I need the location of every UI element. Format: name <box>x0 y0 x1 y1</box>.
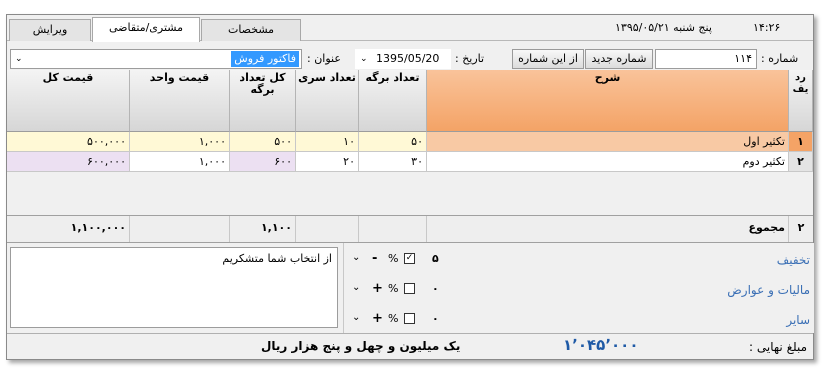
chevron-down-icon[interactable]: ⌄ <box>15 50 23 68</box>
cell-row-number[interactable]: ۱ <box>789 132 813 152</box>
cell-description[interactable]: تکثیر اول <box>427 132 789 152</box>
tax-controls: ⌄ + % ۰ <box>352 281 442 302</box>
total-sheets-sum: ۱,۱۰۰ <box>230 216 296 242</box>
total-empty-1 <box>130 216 230 242</box>
discount-sign[interactable]: - <box>372 251 377 266</box>
final-amount: ۱٬۰۴۵٬۰۰۰ <box>563 336 639 354</box>
tab-specifications[interactable]: مشخصات <box>201 19 301 41</box>
memo-textarea[interactable]: از انتخاب شما متشکریم <box>10 247 338 328</box>
time-text: ۱۴:۲۶ <box>753 21 781 34</box>
cell-description[interactable]: تکثیر دوم <box>427 152 789 172</box>
other-percent: % <box>388 312 399 325</box>
discount-checkbox[interactable]: ✓ <box>404 253 415 264</box>
other-checkbox[interactable] <box>404 313 415 324</box>
cell-total-price[interactable]: ۵۰۰,۰۰۰ <box>7 132 130 152</box>
tax-percent: % <box>388 282 399 295</box>
bottom-panel: از انتخاب شما متشکریم ⌄ - % ✓ ۵ ⌄ + % ۰ … <box>7 243 814 333</box>
total-empty-2 <box>296 216 359 242</box>
col-header-total-sheets[interactable]: کل تعداد برگه <box>230 70 296 132</box>
tab-customer-label: مشتری/متقاضی <box>108 21 184 34</box>
new-number-button[interactable]: شماره جدید <box>585 49 653 69</box>
chevron-down-icon[interactable]: ⌄ <box>352 312 360 323</box>
cell-sheets[interactable]: ۵۰ <box>359 132 427 152</box>
adjustments-controls: ⌄ - % ✓ ۵ ⌄ + % ۰ ⌄ + % ۰ تخفیف مالیات و… <box>343 243 814 333</box>
invoice-window: ویرایش مشتری/متقاضی مشخصات پنج شنبه ۱۳۹۵… <box>6 14 814 360</box>
discount-value: ۵ <box>432 252 439 265</box>
total-empty-3 <box>359 216 427 242</box>
number-label: : شماره <box>761 52 799 65</box>
date-field[interactable]: ⌄ 1395/05/20 <box>355 49 451 69</box>
tax-value: ۰ <box>432 282 439 295</box>
discount-percent: % <box>388 252 399 265</box>
col-header-row[interactable]: رد یف <box>789 70 813 132</box>
chevron-down-icon[interactable]: ⌄ <box>352 282 360 293</box>
tax-sign[interactable]: + <box>372 281 383 296</box>
other-controls: ⌄ + % ۰ <box>352 311 442 332</box>
cell-series[interactable]: ۱۰ <box>296 132 359 152</box>
cell-sheets[interactable]: ۳۰ <box>359 152 427 172</box>
cell-unit-price[interactable]: ۱,۰۰۰ <box>130 132 230 152</box>
other-sign[interactable]: + <box>372 311 383 326</box>
title-value: فاکتور فروش <box>231 51 299 67</box>
from-this-number-button[interactable]: از این شماره <box>512 49 584 69</box>
discount-controls: ⌄ - % ✓ ۵ <box>352 251 442 272</box>
other-label: سایر <box>786 313 810 327</box>
title-select[interactable]: ⌄ فاکتور فروش <box>10 49 302 69</box>
tab-edit-label: ویرایش <box>32 23 68 36</box>
cell-row-number[interactable]: ۲ <box>789 152 813 172</box>
cell-total-sheets[interactable]: ۵۰۰ <box>230 132 296 152</box>
col-header-description[interactable]: شرح <box>427 70 789 132</box>
totals-label: مجموع <box>427 216 789 242</box>
tax-label: مالیات و عوارض <box>727 283 810 297</box>
tax-checkbox[interactable] <box>404 283 415 294</box>
number-field[interactable]: ۱۱۴ <box>655 49 757 69</box>
date-text: پنج شنبه ۱۳۹۵/۰۵/۲۱ <box>615 21 712 34</box>
col-header-total-price[interactable]: قیمت کل <box>7 70 130 132</box>
final-amount-row: : مبلغ نهایی ۱٬۰۴۵٬۰۰۰ یک میلیون و چهل و… <box>7 333 813 361</box>
col-header-series[interactable]: تعداد سری <box>296 70 359 132</box>
final-label: : مبلغ نهایی <box>749 340 807 354</box>
col-header-sheets[interactable]: تعداد برگه <box>359 70 427 132</box>
cell-total-price[interactable]: ۶۰۰,۰۰۰ <box>7 152 130 172</box>
tab-specifications-label: مشخصات <box>227 23 275 36</box>
cell-total-sheets[interactable]: ۶۰۰ <box>230 152 296 172</box>
cell-series[interactable]: ۲۰ <box>296 152 359 172</box>
tab-edit[interactable]: ویرایش <box>9 19 91 41</box>
cell-unit-price[interactable]: ۱,۰۰۰ <box>130 152 230 172</box>
col-header-unit-price[interactable]: قیمت واحد <box>130 70 230 132</box>
totals-row-count: ۲ <box>797 221 805 234</box>
top-bar: ویرایش مشتری/متقاضی مشخصات پنج شنبه ۱۳۹۵… <box>7 15 813 42</box>
final-amount-words: یک میلیون و چهل و پنج هزار ریال <box>261 339 461 353</box>
chevron-down-icon[interactable]: ⌄ <box>360 50 368 68</box>
title-label: : عنوان <box>307 52 341 65</box>
date-label: : تاریخ <box>455 52 485 65</box>
adjustment-labels: تخفیف مالیات و عوارض سایر <box>612 243 814 333</box>
tab-customer[interactable]: مشتری/متقاضی <box>92 17 200 42</box>
header-form: : شماره ۱۱۴ شماره جدید از این شماره : تا… <box>7 49 813 71</box>
chevron-down-icon[interactable]: ⌄ <box>352 252 360 263</box>
other-value: ۰ <box>432 312 439 325</box>
total-price-sum: ۱,۱۰۰,۰۰۰ <box>7 216 130 242</box>
totals-row: ۱,۱۰۰,۰۰۰ ۱,۱۰۰ مجموع ۲ <box>7 215 813 243</box>
discount-label: تخفیف <box>776 253 810 267</box>
date-value: 1395/05/20 <box>376 52 440 65</box>
